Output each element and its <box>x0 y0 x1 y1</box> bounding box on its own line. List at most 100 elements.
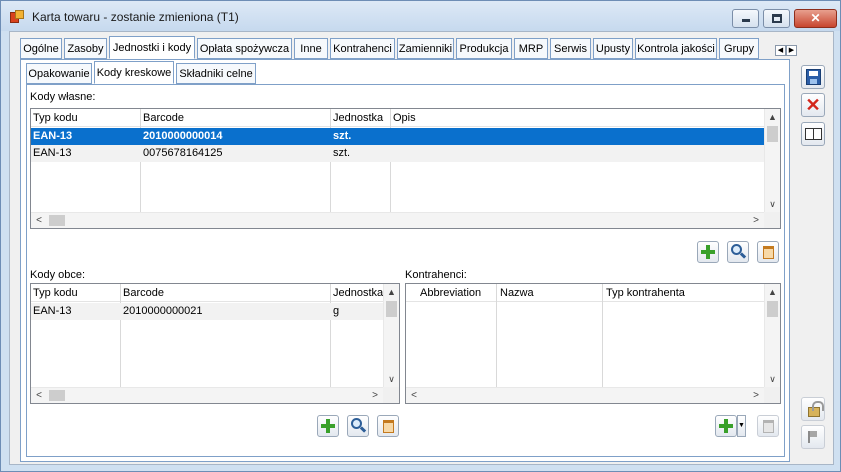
maximize-button[interactable] <box>763 9 790 28</box>
kody-wlasne-search-button[interactable] <box>727 241 749 263</box>
tab-produkcja[interactable]: Produkcja <box>456 38 512 59</box>
subtab-kody-kreskowe[interactable]: Kody kreskowe <box>94 61 174 84</box>
column-divider <box>496 284 497 388</box>
vertical-scrollbar[interactable]: ▲ ∨ <box>383 284 399 387</box>
horizontal-scrollbar[interactable]: < > <box>31 212 764 228</box>
tab-kontrola-jakosci[interactable]: Kontrola jakości <box>635 38 717 59</box>
column-header[interactable]: Barcode <box>141 109 184 126</box>
scroll-up-icon[interactable]: ▲ <box>384 284 399 300</box>
scroll-left-icon[interactable]: < <box>31 213 47 228</box>
tab-kontrahenci[interactable]: Kontrahenci <box>330 38 395 59</box>
help-button[interactable] <box>801 122 825 146</box>
column-header[interactable]: Jednostka <box>331 109 383 126</box>
column-header[interactable]: Nazwa <box>498 284 534 301</box>
save-button[interactable] <box>801 65 825 89</box>
scroll-right-icon[interactable]: > <box>748 388 764 403</box>
tab-zasoby[interactable]: Zasoby <box>64 38 107 59</box>
tab-jednostki-i-kody[interactable]: Jednostki i kody <box>109 36 195 59</box>
tab-oplata-spozywcza[interactable]: Opłata spożywcza <box>197 38 292 59</box>
flag-icon <box>808 431 817 443</box>
table-row[interactable]: EAN-13 2010000000014 szt. <box>31 128 764 145</box>
kody-wlasne-label: Kody własne: <box>30 91 96 103</box>
tab-zamienniki[interactable]: Zamienniki <box>397 38 454 59</box>
tab-scroll-buttons: ◀ ▶ <box>775 43 799 56</box>
scroll-thumb[interactable] <box>386 301 397 317</box>
grid-header: Abbreviation Nazwa Typ kontrahenta <box>406 284 764 302</box>
kody-obce-add-button[interactable] <box>317 415 339 437</box>
scroll-left-icon[interactable]: < <box>31 388 47 403</box>
kontrahenci-delete-button[interactable] <box>757 415 779 437</box>
tab-scroll-right-icon[interactable]: ▶ <box>786 45 797 56</box>
kontrahenci-label: Kontrahenci: <box>405 269 467 281</box>
scroll-right-icon[interactable]: > <box>367 388 383 403</box>
vertical-scrollbar[interactable]: ▲ ∨ <box>764 109 780 212</box>
scroll-up-icon[interactable]: ▲ <box>765 109 780 125</box>
kontrahenci-add-button[interactable] <box>715 415 737 437</box>
tab-mrp[interactable]: MRP <box>514 38 548 59</box>
cancel-button[interactable]: ✕ <box>801 93 825 117</box>
vertical-scrollbar[interactable]: ▲ ∨ <box>764 284 780 387</box>
scroll-down-icon[interactable]: ∨ <box>765 371 780 387</box>
column-header[interactable]: Typ kodu <box>31 284 78 301</box>
window-title: Karta towaru - zostanie zmieniona (T1) <box>32 10 239 24</box>
trash-icon <box>763 420 774 433</box>
tab-upusty[interactable]: Upusty <box>593 38 633 59</box>
kontrahenci-add-dropdown[interactable]: ▼ <box>737 415 746 437</box>
kody-wlasne-grid[interactable]: Typ kodu Barcode Jednostka Opis EAN-13 2… <box>30 108 781 229</box>
tab-inne[interactable]: Inne <box>294 38 328 59</box>
column-header[interactable]: Abbreviation <box>418 284 481 301</box>
minimize-icon <box>742 19 750 22</box>
table-row[interactable]: EAN-13 2010000000021 g <box>31 303 383 320</box>
cell-typ-kodu: EAN-13 <box>33 305 72 317</box>
tab-scroll-left-icon[interactable]: ◀ <box>775 45 786 56</box>
kody-obce-grid[interactable]: Typ kodu Barcode Jednostka EAN-13 201000… <box>30 283 400 404</box>
chevron-down-icon: ▼ <box>738 422 745 429</box>
app-icon <box>10 10 24 24</box>
subtab-opakowanie[interactable]: Opakowanie <box>26 63 92 84</box>
column-header[interactable]: Opis <box>391 109 416 126</box>
plus-icon <box>719 419 733 433</box>
kody-wlasne-add-button[interactable] <box>697 241 719 263</box>
flag-button[interactable] <box>801 425 825 449</box>
tab-grupy[interactable]: Grupy <box>719 38 759 59</box>
scroll-left-icon[interactable]: < <box>406 388 422 403</box>
scroll-thumb[interactable] <box>767 126 778 142</box>
scroll-thumb[interactable] <box>49 215 65 226</box>
tab-ogolne[interactable]: Ogólne <box>20 38 62 59</box>
scroll-corner <box>383 387 399 403</box>
main-window: Karta towaru - zostanie zmieniona (T1) ✕… <box>0 0 841 472</box>
column-header[interactable]: Barcode <box>121 284 164 301</box>
book-icon <box>805 128 822 140</box>
cell-jednostka: szt. <box>333 130 352 142</box>
window-client: Ogólne Zasoby Jednostki i kody Opłata sp… <box>9 31 834 465</box>
kontrahenci-grid[interactable]: Abbreviation Nazwa Typ kontrahenta ▲ ∨ <… <box>405 283 781 404</box>
kody-obce-search-button[interactable] <box>347 415 369 437</box>
column-header[interactable]: Typ kodu <box>31 109 78 126</box>
scroll-right-icon[interactable]: > <box>748 213 764 228</box>
horizontal-scrollbar[interactable]: < > <box>31 387 383 403</box>
cell-barcode: 0075678164125 <box>143 147 223 159</box>
table-row[interactable]: EAN-13 0075678164125 szt. <box>31 145 764 162</box>
lock-icon <box>808 401 824 417</box>
scroll-down-icon[interactable]: ∨ <box>765 196 780 212</box>
subtab-skladniki-celne[interactable]: Składniki celne <box>176 63 256 84</box>
tab-serwis[interactable]: Serwis <box>550 38 591 59</box>
kody-wlasne-delete-button[interactable] <box>757 241 779 263</box>
lock-button[interactable] <box>801 397 825 421</box>
scroll-thumb[interactable] <box>49 390 65 401</box>
close-icon: ✕ <box>810 11 821 25</box>
kody-obce-label: Kody obce: <box>30 269 86 281</box>
kody-obce-delete-button[interactable] <box>377 415 399 437</box>
title-bar[interactable]: Karta towaru - zostanie zmieniona (T1) ✕ <box>1 1 840 31</box>
scroll-thumb[interactable] <box>767 301 778 317</box>
scroll-corner <box>764 387 780 403</box>
jednostki-i-kody-panel: Opakowanie Kody kreskowe Składniki celne… <box>20 59 790 462</box>
column-header[interactable]: Typ kontrahenta <box>604 284 685 301</box>
minimize-button[interactable] <box>732 9 759 28</box>
column-header[interactable]: Jednostka <box>331 284 383 301</box>
scroll-up-icon[interactable]: ▲ <box>765 284 780 300</box>
trash-icon <box>383 420 394 433</box>
horizontal-scrollbar[interactable]: < > <box>406 387 764 403</box>
scroll-down-icon[interactable]: ∨ <box>384 371 399 387</box>
close-window-button[interactable]: ✕ <box>794 9 837 28</box>
